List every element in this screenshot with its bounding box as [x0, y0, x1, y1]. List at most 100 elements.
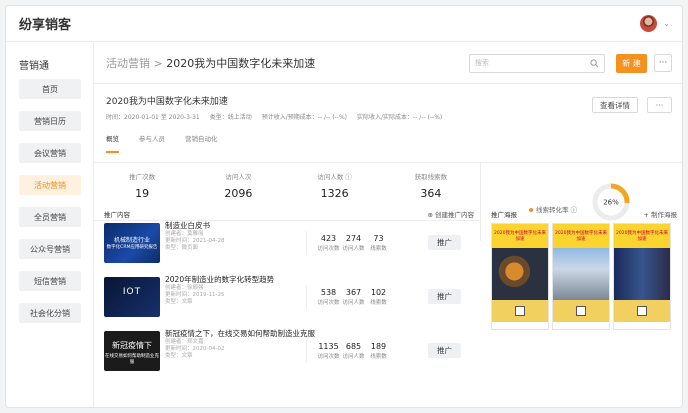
- item-info: 制造业白皮书 创建者：莫雅丽 更新时间：2021-04-28 类型：微页面: [165, 221, 325, 252]
- poster-title: 推广海报: [491, 211, 517, 219]
- search-input[interactable]: 搜索: [469, 53, 605, 73]
- avatar[interactable]: [640, 15, 658, 32]
- push-button[interactable]: 推广: [428, 235, 461, 250]
- sidebar: 营销通 首页 营销日历 会议营销 活动营销 全员营销 公众号营销 短信营销 社会…: [6, 43, 94, 407]
- content-thumbnail[interactable]: IOT: [104, 277, 160, 317]
- sidebar-item-wechat[interactable]: 公众号营销: [19, 239, 81, 259]
- item-metrics: 538 访问次数 367 访问人数 102 线索数: [316, 288, 391, 306]
- new-button[interactable]: 新 建: [616, 53, 647, 73]
- sidebar-item-sms[interactable]: 短信营销: [19, 271, 81, 291]
- metric-label: 访问次数: [317, 300, 340, 306]
- campaign-meta: 时间：2020-01-01 至 2020-3-31 类型：线上活动 预计收入/预…: [106, 112, 682, 121]
- search-placeholder: 搜索: [475, 59, 489, 67]
- item-updated: 更新时间：2019-11-25: [165, 292, 225, 298]
- item-updated: 更新时间：2021-04-28: [165, 238, 225, 244]
- poster-banner: 2020我为中国数字化未来加速: [614, 224, 670, 248]
- metric-value: 102: [370, 288, 387, 297]
- thumbnail-text: 机械制造行业: [113, 237, 150, 244]
- metric-label: 访问人数: [342, 354, 365, 360]
- item-info: 2020年制造业的数字化转型趋势 创建者：徐顺强 更新时间：2019-11-25…: [165, 275, 325, 306]
- item-creator: 创建者：莫雅丽: [165, 231, 204, 237]
- content-thumbnail[interactable]: 机械制造行业 数字化CRM应用研究报告: [104, 223, 160, 263]
- qr-code-icon: [637, 306, 647, 316]
- item-title[interactable]: 制造业白皮书: [165, 221, 325, 231]
- sidebar-title: 营销通: [19, 61, 49, 72]
- poster-card[interactable]: 2020我为中国数字化未来加速: [491, 223, 549, 330]
- thumbnail-subtext: 数字化CRM应用研究报告: [106, 245, 158, 250]
- metric-value: 538: [320, 288, 337, 297]
- item-metrics: 1135 访问次数 685 访问人数 189 线索数: [316, 342, 391, 360]
- search-icon[interactable]: [590, 58, 599, 68]
- make-poster-link[interactable]: + 制作海报: [643, 209, 677, 221]
- poster-list: 2020我为中国数字化未来加速 2020我为中国数字化未来加速 2020我为中国…: [491, 223, 677, 330]
- promo-header: 推广内容 ⊕ 创建推广内容: [104, 209, 474, 221]
- user-menu[interactable]: ⌄: [640, 15, 670, 32]
- stat-label: 访问人次: [225, 173, 252, 181]
- item-type: 类型：微页面: [165, 245, 199, 251]
- stat-value: 1326: [320, 187, 349, 200]
- metric-label: 访问次数: [317, 354, 340, 360]
- stat-value: 364: [420, 187, 442, 200]
- tab-participants[interactable]: 参与人员: [139, 133, 165, 153]
- campaign-more-button[interactable]: ···: [647, 97, 672, 113]
- poster-image: [553, 248, 609, 300]
- page-header: 活动营销 > 2020我为中国数字化未来加速 搜索 新 建 ···: [94, 43, 682, 84]
- metric-label: 访问人数: [342, 300, 365, 306]
- stat-label: 访问人数 ⓘ: [317, 173, 352, 181]
- promo-title: 推广内容: [104, 211, 130, 219]
- tab-automation[interactable]: 营销自动化: [185, 133, 218, 153]
- app-window: 纷享销客 ⌄ 营销通 首页 营销日历 会议营销 活动营销 全员营销 公众号营销 …: [5, 5, 683, 408]
- item-title[interactable]: 新冠疫情之下，在线交易如何帮助制造业克服: [165, 329, 325, 339]
- list-item[interactable]: 新冠疫情下 在线交易如何帮助制造业克服 新冠疫情之下，在线交易如何帮助制造业克服…: [104, 329, 474, 383]
- breadcrumb-parent[interactable]: 活动营销: [106, 57, 150, 70]
- item-info: 新冠疫情之下，在线交易如何帮助制造业克服 创建者：郑文嘉 更新时间：2020-0…: [165, 329, 325, 360]
- poster-card[interactable]: 2020我为中国数字化未来加速: [552, 223, 610, 330]
- sidebar-item-home[interactable]: 首页: [19, 79, 81, 99]
- sidebar-item-distribution[interactable]: 社会化分销: [19, 303, 81, 323]
- stat-value: 19: [135, 187, 150, 200]
- thumbnail-subtext: 在线交易如何帮助制造业克服: [105, 354, 159, 365]
- metric-label: 线索数: [370, 354, 387, 360]
- campaign-time: 时间：2020-01-01 至 2020-3-31: [106, 114, 200, 121]
- tab-overview[interactable]: 概览: [106, 133, 119, 153]
- stat-label: 获取线索数: [414, 173, 448, 181]
- sidebar-item-event[interactable]: 活动营销: [19, 175, 81, 195]
- divider: [306, 339, 307, 363]
- view-details-button[interactable]: 查看详情: [592, 97, 638, 113]
- campaign-type: 类型：线上活动: [209, 114, 252, 121]
- metric-label: 访问次数: [317, 246, 340, 252]
- item-updated: 更新时间：2020-04-02: [165, 346, 225, 352]
- conversion-percent: 26%: [603, 199, 619, 207]
- list-item[interactable]: IOT 2020年制造业的数字化转型趋势 创建者：徐顺强 更新时间：2019-1…: [104, 275, 474, 329]
- chevron-down-icon[interactable]: ⌄: [663, 19, 670, 28]
- campaign-summary: 2020我为中国数字化未来加速 时间：2020-01-01 至 2020-3-3…: [94, 84, 682, 162]
- qr-code-icon: [576, 306, 586, 316]
- metric-value: 367: [345, 288, 362, 297]
- list-item[interactable]: 机械制造行业 数字化CRM应用研究报告 制造业白皮书 创建者：莫雅丽 更新时间：…: [104, 221, 474, 275]
- poster-banner: 2020我为中国数字化未来加速: [553, 224, 609, 248]
- poster-header: 推广海报 + 制作海报: [491, 209, 677, 221]
- content-thumbnail[interactable]: 新冠疫情下 在线交易如何帮助制造业克服: [104, 331, 160, 371]
- sidebar-item-calendar[interactable]: 营销日历: [19, 111, 81, 131]
- stat-value: 2096: [224, 187, 253, 200]
- item-title[interactable]: 2020年制造业的数字化转型趋势: [165, 275, 325, 285]
- push-button[interactable]: 推广: [428, 343, 461, 358]
- item-creator: 创建者：郑文嘉: [165, 339, 204, 345]
- item-metrics: 423 访问次数 274 访问人数 73 线索数: [316, 234, 391, 252]
- poster-image: [614, 248, 670, 300]
- poster-panel: 推广海报 + 制作海报 2020我为中国数字化未来加速 2020我为中国数字化未…: [491, 209, 677, 407]
- create-promo-link[interactable]: ⊕ 创建推广内容: [427, 209, 474, 221]
- more-button[interactable]: ···: [654, 54, 672, 72]
- breadcrumb-separator: >: [153, 57, 163, 70]
- metric-value: 189: [370, 342, 387, 351]
- poster-card[interactable]: 2020我为中国数字化未来加速: [613, 223, 671, 330]
- sidebar-item-meeting[interactable]: 会议营销: [19, 143, 81, 163]
- sidebar-item-staff[interactable]: 全员营销: [19, 207, 81, 227]
- poster-banner: 2020我为中国数字化未来加速: [492, 224, 548, 248]
- main-panel: 活动营销 > 2020我为中国数字化未来加速 搜索 新 建 ··· 2020我为…: [94, 43, 682, 407]
- page-title: 2020我为中国数字化未来加速: [166, 57, 316, 70]
- campaign-tabs: 概览 参与人员 营销自动化: [106, 133, 218, 153]
- push-button[interactable]: 推广: [428, 289, 461, 304]
- item-creator: 创建者：徐顺强: [165, 285, 204, 291]
- item-type: 类型：文章: [165, 299, 193, 305]
